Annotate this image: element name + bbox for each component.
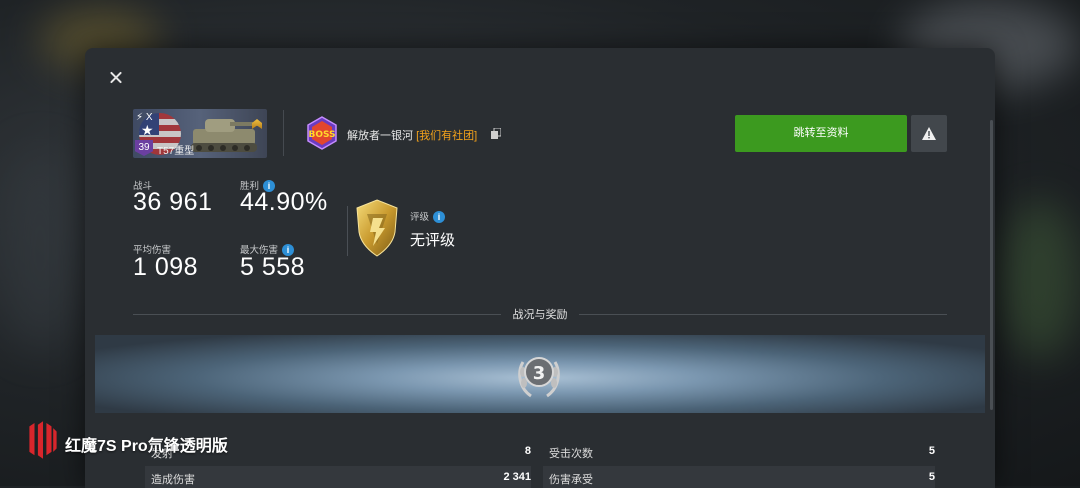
report-button[interactable] — [911, 115, 947, 152]
red-magic-logo-icon — [29, 421, 57, 459]
row-value: 8 — [524, 445, 531, 457]
avg-damage-value: 1 098 — [133, 253, 199, 281]
goto-profile-button[interactable]: 跳转至资料 — [735, 115, 907, 152]
details-table: 发射 8 受击次数 5 造成伤害 2 341 伤害承受 5 — [145, 440, 935, 488]
player-name[interactable]: 解放者一银河 [我们有社团] — [347, 127, 477, 143]
row-value: 5 — [928, 471, 935, 483]
warning-icon — [922, 127, 936, 140]
mastery-badge-icon[interactable]: 3 — [515, 350, 563, 400]
info-icon[interactable]: i — [433, 211, 446, 224]
rating-label: 评级 i — [410, 209, 446, 224]
scrollbar[interactable] — [990, 120, 993, 410]
star-icon: ★ — [141, 122, 154, 138]
tier-badge: 39 — [135, 140, 153, 156]
watermark-text: 红魔7S Pro氘锋透明版 — [65, 438, 228, 455]
boss-avatar-icon: BOSS — [307, 116, 337, 150]
divider — [579, 314, 947, 315]
table-row: 受击次数 5 — [543, 440, 935, 464]
divider — [347, 206, 348, 256]
tank-icon — [191, 119, 260, 152]
rating-value: 无评级 — [410, 232, 456, 249]
table-row: 造成伤害 2 341 — [145, 466, 531, 488]
tank-card[interactable]: ★ ⚡ X 39 T57重型 — [133, 109, 267, 158]
close-icon[interactable] — [106, 68, 126, 88]
player-stats-dialog: ★ ⚡ X 39 T57重型 BOSS 解放者一银河 [我们有社团] 跳转至资料 — [85, 48, 995, 488]
svg-text:3: 3 — [533, 363, 546, 384]
max-damage-value: 5 558 — [240, 253, 306, 281]
tier-top: ⚡ X — [136, 112, 153, 123]
svg-text:BOSS: BOSS — [308, 130, 335, 140]
tank-name: T57重型 — [157, 146, 195, 157]
row-label: 受击次数 — [549, 448, 593, 460]
row-value: 5 — [928, 445, 935, 457]
row-value: 2 341 — [503, 471, 531, 483]
table-row: 伤害承受 5 — [543, 466, 935, 488]
rating-shield-icon — [356, 199, 398, 257]
row-label: 伤害承受 — [549, 474, 593, 486]
clan-tag[interactable]: [我们有社团] — [416, 130, 477, 142]
player-nickname: 解放者一银河 — [347, 130, 413, 142]
divider — [283, 110, 284, 156]
row-label: 造成伤害 — [151, 474, 195, 486]
winrate-value: 44.90% — [240, 188, 328, 216]
battles-value: 36 961 — [133, 188, 213, 216]
copy-icon[interactable] — [491, 128, 501, 139]
